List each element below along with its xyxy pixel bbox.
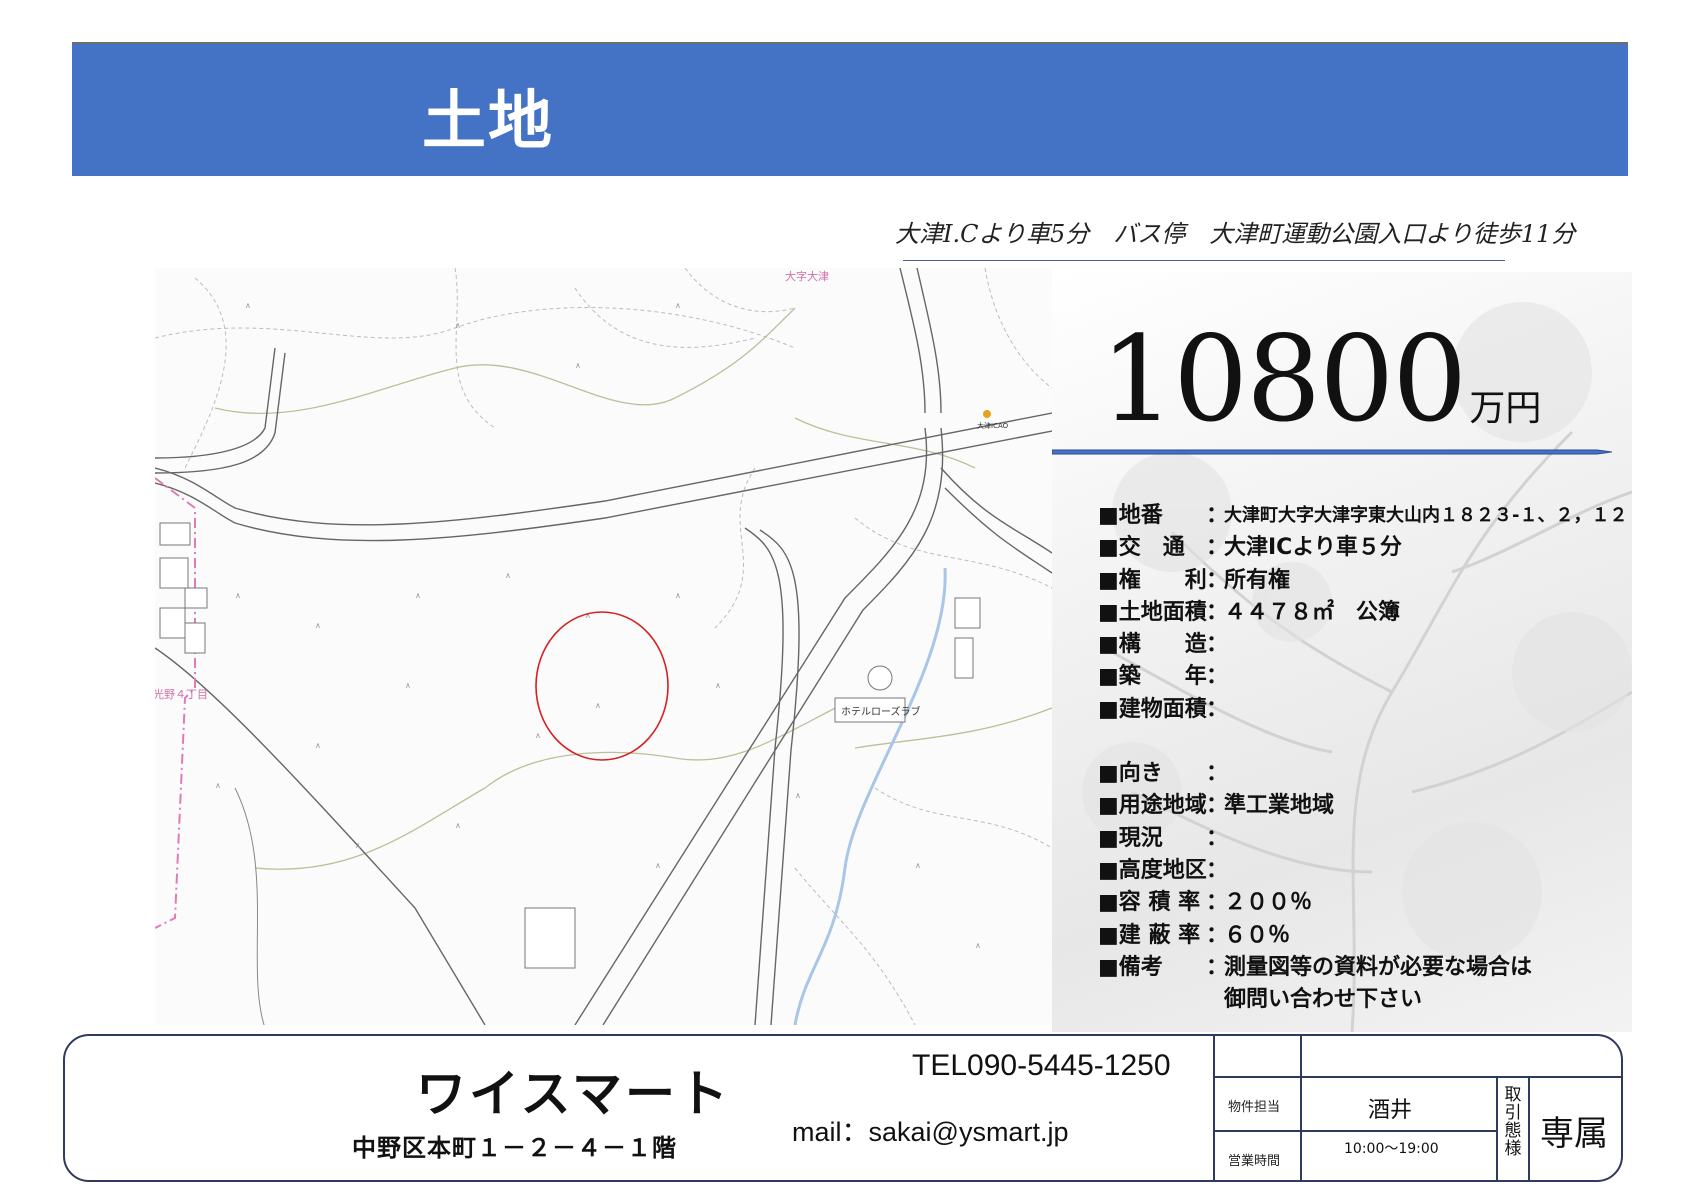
detail-value: 大津ICより車５分 bbox=[1224, 535, 1402, 561]
detail-label: ■地番 bbox=[1098, 503, 1163, 528]
detail-label: ■向き bbox=[1098, 761, 1163, 787]
detail-label: ■建物面積 bbox=[1098, 696, 1207, 722]
page-title: 土地 bbox=[422, 85, 554, 159]
header-bar: 土地 bbox=[72, 42, 1628, 176]
business-hours: 10:00～19:00 bbox=[1344, 1141, 1439, 1157]
detail-row-transport: ■交 通：大津ICより車５分 bbox=[1098, 532, 1627, 564]
svg-text:∧: ∧ bbox=[455, 821, 461, 830]
detail-label: ■権 利 bbox=[1098, 567, 1207, 593]
table-divider bbox=[1213, 1076, 1623, 1078]
access-info: 大津I.Cより車5分 バス停 大津町運動公園入口より徒歩11分 bbox=[895, 220, 1576, 248]
company-name: ワイスマート bbox=[416, 1065, 731, 1123]
svg-text:∧: ∧ bbox=[505, 571, 511, 580]
detail-value: 測量図等の資料が必要な場合は bbox=[1224, 954, 1533, 980]
svg-text:∧: ∧ bbox=[455, 321, 461, 330]
svg-text:∧: ∧ bbox=[675, 591, 681, 600]
detail-label: ■土地面積 bbox=[1098, 599, 1207, 625]
location-map: ∧ ∧ ∧ ∧ ∧ ∧ ∧ ∧ ∧ ∧ ∧ ∧ ∧ ∧ ∧ ∧ ∧ ∧ ∧ ∧ ∧ ∧ 大字大津 大津ICA… bbox=[155, 268, 1052, 1025]
table-divider bbox=[1213, 1130, 1498, 1132]
detail-value: ６０％ bbox=[1224, 922, 1291, 948]
map-label-hotel: ホテルローズラブ bbox=[841, 705, 921, 718]
detail-row-land-area: ■土地面積： ４４７８㎡ 公簿 bbox=[1098, 597, 1627, 629]
svg-text:∧: ∧ bbox=[315, 621, 321, 630]
detail-label: ■用途地域 bbox=[1098, 793, 1207, 819]
detail-label: ■交 通 bbox=[1098, 535, 1185, 561]
detail-label: ■容 積 率 bbox=[1098, 890, 1201, 916]
detail-label: ■現況 bbox=[1098, 825, 1163, 851]
table-divider bbox=[1213, 1034, 1215, 1182]
detail-row-building-area: ■建物面積： bbox=[1098, 694, 1627, 726]
detail-row-coverage-ratio: ■建 蔽 率： ６０％ bbox=[1098, 920, 1627, 952]
svg-text:∧: ∧ bbox=[655, 861, 661, 870]
detail-row-zoning: ■用途地域：準工業地域 bbox=[1098, 790, 1627, 822]
svg-text:∧: ∧ bbox=[575, 361, 581, 370]
svg-text:∧: ∧ bbox=[975, 941, 981, 950]
detail-row-current-state: ■現況： bbox=[1098, 823, 1627, 855]
hours-label: 営業時間 bbox=[1228, 1154, 1281, 1169]
svg-text:∧: ∧ bbox=[915, 861, 921, 870]
price-unit: 万円 bbox=[1469, 388, 1542, 429]
detail-row-rights: ■権 利：所有権 bbox=[1098, 565, 1627, 597]
detail-row-lot-number: ■地番：大津町大字大津字東大山内１８２３-１、２，１２ bbox=[1098, 500, 1627, 532]
property-details: ■地番：大津町大字大津字東大山内１８２３-１、２，１２ ■交 通：大津ICより車… bbox=[1098, 500, 1627, 1016]
phone-number[interactable]: TEL090-5445-1250 bbox=[912, 1049, 1171, 1083]
detail-row-orientation: ■向き： bbox=[1098, 758, 1627, 790]
svg-text:∧: ∧ bbox=[355, 841, 361, 850]
svg-text:∧: ∧ bbox=[715, 681, 721, 690]
svg-text:∧: ∧ bbox=[235, 591, 241, 600]
svg-text:∧: ∧ bbox=[405, 681, 411, 690]
detail-value: 御問い合わせ下さい bbox=[1224, 987, 1423, 1013]
svg-text:∧: ∧ bbox=[795, 791, 801, 800]
detail-label: ■備考 bbox=[1098, 954, 1163, 980]
map-label-district: 光野４丁目 bbox=[155, 687, 208, 701]
transaction-type: 専属 bbox=[1540, 1114, 1608, 1154]
map-label-oaza: 大字大津 bbox=[785, 269, 829, 283]
email-address[interactable]: mail：sakai@ysmart.jp bbox=[792, 1110, 1068, 1149]
staff-label: 物件担当 bbox=[1228, 1100, 1281, 1115]
detail-label: ■高度地区 bbox=[1098, 857, 1207, 883]
price: 10800 万円 bbox=[1100, 310, 1541, 448]
detail-value: 準工業地域 bbox=[1224, 793, 1335, 819]
detail-value: 大津町大字大津字東大山内１８２３-１、２，１２ bbox=[1224, 505, 1628, 526]
table-divider bbox=[1528, 1076, 1530, 1182]
detail-row-remarks: ■備考：測量図等の資料が必要な場合は bbox=[1098, 952, 1627, 984]
detail-row-structure: ■構 造： bbox=[1098, 629, 1627, 661]
map-drawing: ∧∧∧ ∧∧∧ ∧∧∧ ∧∧∧ ∧∧∧ ∧∧∧ ∧∧∧ ∧ 大字大津 大津ICA… bbox=[155, 268, 1052, 1025]
svg-text:∧: ∧ bbox=[675, 301, 681, 310]
svg-text:∧: ∧ bbox=[415, 591, 421, 600]
detail-label: ■構 造 bbox=[1098, 632, 1207, 658]
access-underline bbox=[903, 260, 1505, 261]
table-divider bbox=[1300, 1034, 1302, 1182]
detail-value: ４４７８㎡ 公簿 bbox=[1224, 599, 1401, 625]
ic-marker-icon bbox=[983, 410, 991, 418]
svg-text:∧: ∧ bbox=[245, 301, 251, 310]
company-address: 中野区本町１－２－４－１階 bbox=[352, 1134, 677, 1162]
detail-label: ■築 年 bbox=[1098, 664, 1207, 690]
detail-row-height-district: ■高度地区： bbox=[1098, 855, 1627, 887]
svg-text:∧: ∧ bbox=[595, 701, 601, 710]
detail-row-built-year: ■築 年： bbox=[1098, 661, 1627, 693]
detail-value: ２００％ bbox=[1224, 890, 1313, 916]
svg-text:∧: ∧ bbox=[535, 731, 541, 740]
detail-row-floor-area-ratio: ■容 積 率： ２００％ bbox=[1098, 887, 1627, 919]
detail-row-remarks-line2: 御問い合わせ下さい bbox=[1098, 984, 1627, 1016]
svg-text:∧: ∧ bbox=[215, 781, 221, 790]
svg-text:∧: ∧ bbox=[315, 741, 321, 750]
price-underline bbox=[1052, 449, 1612, 455]
transaction-type-label: 取引態様 bbox=[1504, 1085, 1522, 1159]
price-amount: 10800 bbox=[1100, 310, 1467, 448]
detail-value: 所有権 bbox=[1224, 567, 1291, 593]
staff-name: 酒井 bbox=[1368, 1098, 1413, 1123]
detail-label: ■建 蔽 率 bbox=[1098, 922, 1201, 948]
table-divider bbox=[1496, 1076, 1498, 1182]
map-label-ic: 大津ICAO bbox=[977, 421, 1009, 430]
